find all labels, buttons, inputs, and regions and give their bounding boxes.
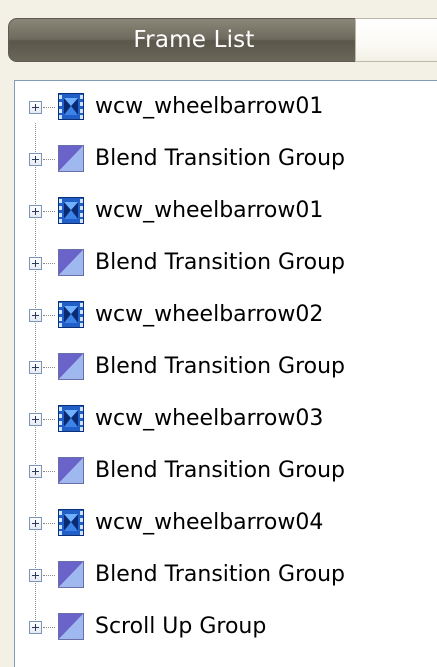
tree-item[interactable]: Blend Transition Group bbox=[15, 133, 437, 185]
tree-branch-line bbox=[43, 575, 55, 576]
tree-item-label: Blend Transition Group bbox=[95, 250, 346, 275]
tree-item-label: wcw_wheelbarrow03 bbox=[95, 406, 324, 431]
expand-plus-icon[interactable] bbox=[29, 257, 42, 270]
tree-branch-line bbox=[43, 419, 55, 420]
tree-branch-line bbox=[43, 211, 55, 212]
tree-branch-line bbox=[43, 627, 55, 628]
tree-item[interactable]: wcw_wheelbarrow01 bbox=[15, 81, 437, 133]
tree-item[interactable]: wcw_wheelbarrow03 bbox=[15, 393, 437, 445]
tree-item[interactable]: wcw_wheelbarrow04 bbox=[15, 497, 437, 549]
tree-item[interactable]: Scroll Up Group bbox=[15, 601, 437, 653]
blend-transition-icon bbox=[58, 249, 84, 276]
tree-item[interactable]: Blend Transition Group bbox=[15, 237, 437, 289]
tree-item[interactable]: Blend Transition Group bbox=[15, 445, 437, 497]
expand-plus-icon[interactable] bbox=[29, 309, 42, 322]
tree-branch-line bbox=[43, 315, 55, 316]
tree-item[interactable]: wcw_wheelbarrow02 bbox=[15, 289, 437, 341]
film-frame-icon bbox=[58, 405, 84, 432]
tree-item-label: Blend Transition Group bbox=[95, 354, 346, 379]
blend-transition-icon bbox=[58, 561, 84, 588]
expand-plus-icon[interactable] bbox=[29, 621, 42, 634]
film-frame-icon bbox=[58, 197, 84, 224]
tree-branch-line bbox=[43, 471, 55, 472]
tree-item-label: wcw_wheelbarrow01 bbox=[95, 198, 324, 223]
tree-item[interactable]: Blend Transition Group bbox=[15, 341, 437, 393]
frame-tree-panel: wcw_wheelbarrow01 Blend Transition Group bbox=[14, 80, 437, 667]
tab-frame-list[interactable]: Frame List bbox=[8, 18, 380, 62]
blend-transition-icon bbox=[58, 613, 84, 640]
blend-transition-icon bbox=[58, 353, 84, 380]
film-frame-icon bbox=[58, 509, 84, 536]
film-frame-icon bbox=[58, 93, 84, 120]
expand-plus-icon[interactable] bbox=[29, 569, 42, 582]
expand-plus-icon[interactable] bbox=[29, 517, 42, 530]
expand-plus-icon[interactable] bbox=[29, 205, 42, 218]
expand-plus-icon[interactable] bbox=[29, 413, 42, 426]
tree-branch-line bbox=[43, 263, 55, 264]
film-frame-icon bbox=[58, 301, 84, 328]
blend-transition-icon bbox=[58, 145, 84, 172]
expand-plus-icon[interactable] bbox=[29, 361, 42, 374]
blend-transition-icon bbox=[58, 457, 84, 484]
tree-branch-line bbox=[43, 367, 55, 368]
frame-list-window: Frame List wcw_wheelbarrow01 Blend Trans… bbox=[0, 0, 437, 667]
tree-branch-line bbox=[43, 107, 55, 108]
expand-plus-icon[interactable] bbox=[29, 101, 42, 114]
expand-plus-icon[interactable] bbox=[29, 153, 42, 166]
tab-secondary[interactable] bbox=[355, 18, 437, 62]
tab-frame-list-label: Frame List bbox=[133, 27, 255, 53]
tree-item-label: wcw_wheelbarrow01 bbox=[95, 94, 324, 119]
tree-item-label: Blend Transition Group bbox=[95, 458, 346, 483]
tree-item[interactable]: wcw_wheelbarrow01 bbox=[15, 185, 437, 237]
tree-branch-line bbox=[43, 523, 55, 524]
tree-item-label: Scroll Up Group bbox=[95, 614, 267, 639]
frame-tree: wcw_wheelbarrow01 Blend Transition Group bbox=[15, 81, 437, 667]
expand-plus-icon[interactable] bbox=[29, 465, 42, 478]
tree-item-label: wcw_wheelbarrow04 bbox=[95, 510, 324, 535]
tree-item-label: Blend Transition Group bbox=[95, 146, 346, 171]
tree-branch-line bbox=[43, 159, 55, 160]
tree-item-label: wcw_wheelbarrow02 bbox=[95, 302, 324, 327]
tab-strip: Frame List bbox=[0, 0, 437, 80]
tree-item[interactable]: Blend Transition Group bbox=[15, 549, 437, 601]
tree-item-label: Blend Transition Group bbox=[95, 562, 346, 587]
